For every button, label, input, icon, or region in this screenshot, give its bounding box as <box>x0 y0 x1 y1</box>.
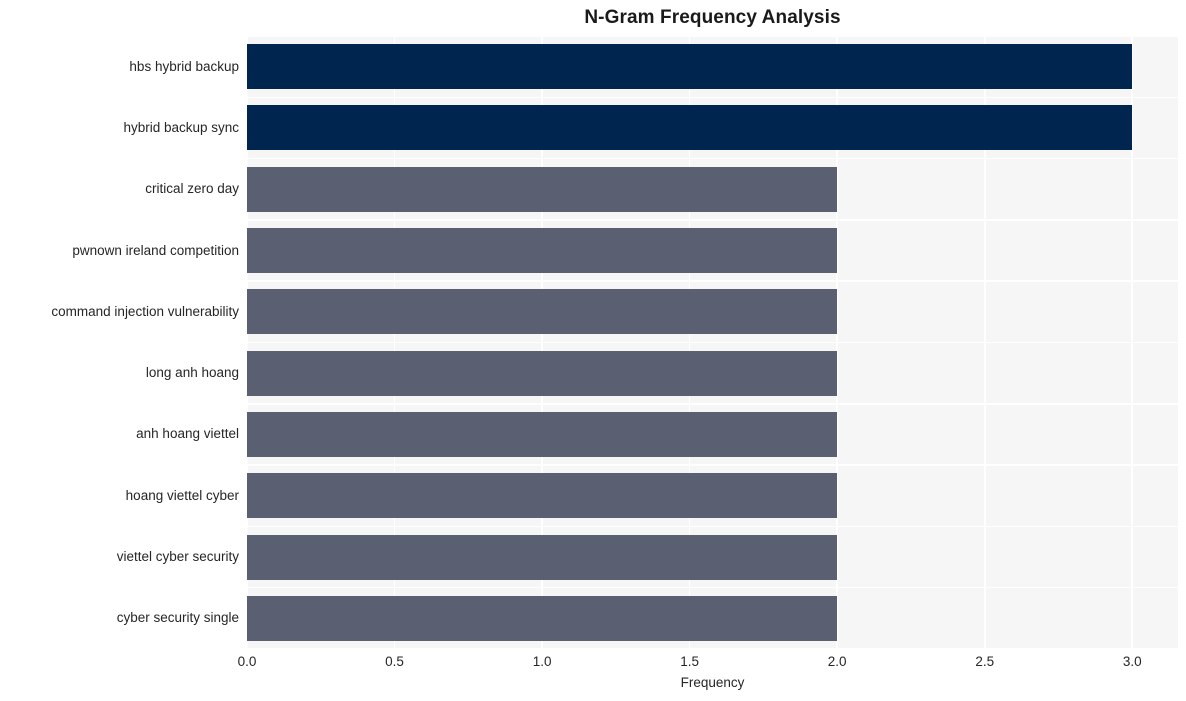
y-tick-label: hoang viettel cyber <box>125 487 239 503</box>
y-tick-label: hbs hybrid backup <box>129 58 239 74</box>
bar[interactable] <box>247 595 838 641</box>
bar[interactable] <box>247 350 838 396</box>
gridline-horizontal <box>247 403 1178 405</box>
y-tick-label: cyber security single <box>116 610 239 626</box>
gridline-horizontal <box>247 219 1178 221</box>
chart-title: N-Gram Frequency Analysis <box>584 7 841 28</box>
gridline-horizontal <box>247 36 1178 37</box>
gridline-horizontal <box>247 280 1178 282</box>
plot-area <box>247 36 1178 649</box>
x-axis-tick-labels: 0.0 0.5 1.0 1.5 2.0 2.5 3.0 <box>238 653 1178 673</box>
chart-figure: N-Gram Frequency Analysis hbs hybrid bac… <box>0 0 1186 701</box>
gridline-horizontal <box>247 464 1178 466</box>
y-tick-label: critical zero day <box>145 181 239 197</box>
x-tick-label: 3.0 <box>1122 654 1142 669</box>
bar[interactable] <box>247 411 838 457</box>
bar[interactable] <box>247 228 838 274</box>
bar[interactable] <box>247 44 1133 90</box>
gridline-horizontal <box>247 157 1178 160</box>
y-tick-label: long anh hoang <box>145 365 239 381</box>
y-tick-label: command injection vulnerability <box>51 303 239 319</box>
y-tick-label: hybrid backup sync <box>123 119 239 135</box>
y-tick-label: pwnown ireland competition <box>72 242 239 258</box>
bar[interactable] <box>247 289 838 335</box>
bar[interactable] <box>247 473 838 519</box>
x-tick-label: 0.0 <box>237 654 257 669</box>
gridline-horizontal <box>247 648 1178 649</box>
bar[interactable] <box>247 534 838 580</box>
gridline-horizontal <box>247 341 1178 344</box>
y-tick-label: anh hoang viettel <box>136 426 239 442</box>
x-axis-label: Frequency <box>680 675 745 690</box>
x-tick-label: 1.0 <box>532 654 552 669</box>
bar[interactable] <box>247 166 838 212</box>
bar[interactable] <box>247 105 1133 151</box>
x-tick-label: 2.0 <box>827 654 847 669</box>
x-tick-label: 0.5 <box>385 654 404 669</box>
y-axis-tick-labels: hbs hybrid backup hybrid backup sync criti… <box>0 36 239 649</box>
y-tick-label: viettel cyber security <box>116 549 239 565</box>
x-tick-label: 1.5 <box>680 654 700 669</box>
gridline-horizontal <box>247 586 1178 589</box>
gridline-horizontal <box>247 525 1178 528</box>
x-tick-label: 2.5 <box>975 654 995 669</box>
gridline-horizontal <box>247 96 1178 99</box>
